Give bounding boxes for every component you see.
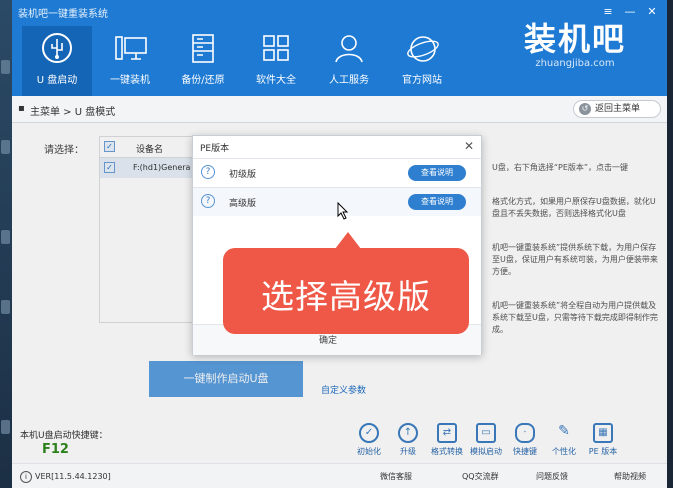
- app-window: 装机吧一键重装系统 ≡ — ✕ U 盘启动 一键装机 备份/还原 软件大全 人工…: [12, 0, 667, 488]
- help-video-link[interactable]: 帮助视频: [614, 471, 646, 482]
- monitor-icon: [115, 36, 147, 60]
- nav-item-software[interactable]: 软件大全: [241, 26, 311, 96]
- nav-item-support[interactable]: 人工服务: [314, 26, 384, 96]
- feedback-link[interactable]: 问题反馈: [536, 471, 568, 482]
- main-nav: U 盘启动 一键装机 备份/还原 软件大全 人工服务 官方网站: [22, 26, 460, 96]
- nav-label: 一键装机: [110, 75, 150, 86]
- view-description-button[interactable]: 查看说明: [408, 165, 466, 181]
- nav-item-website[interactable]: 官方网站: [387, 26, 457, 96]
- close-icon[interactable]: ✕: [464, 139, 474, 153]
- option-name: 初级版: [229, 170, 257, 180]
- support-person-icon: [335, 35, 363, 63]
- nav-item-one-click-install[interactable]: 一键装机: [95, 26, 165, 96]
- brand-name: 装机吧: [523, 20, 626, 58]
- home-icon: ▪: [18, 103, 25, 114]
- globe-icon: [407, 36, 439, 62]
- title-bar: 装机吧一键重装系统 ≡ — ✕ U 盘启动 一键装机 备份/还原 软件大全 人工…: [12, 0, 667, 96]
- nav-label: 软件大全: [256, 75, 296, 86]
- back-to-main-button[interactable]: ↺ 返回主菜单: [573, 100, 661, 118]
- callout-text: 选择高级版: [261, 277, 431, 316]
- status-bar: i VER[11.5.44.1230] 微信客服 QQ交流群 问题反馈 帮助视频: [12, 463, 667, 488]
- info-icon: i: [20, 471, 32, 483]
- callout-pointer: [335, 232, 361, 249]
- back-button-label: 返回主菜单: [595, 104, 641, 114]
- nav-label: U 盘启动: [36, 75, 78, 86]
- apps-grid-icon: [263, 35, 289, 61]
- nav-label: 备份/还原: [181, 75, 225, 86]
- qq-group-link[interactable]: QQ交流群: [462, 471, 499, 482]
- help-icon: ?: [201, 194, 215, 208]
- close-icon[interactable]: ✕: [645, 6, 659, 18]
- breadcrumb: ▪ 主菜单 > U 盘模式 ↺ 返回主菜单: [12, 96, 667, 123]
- pe-option-basic[interactable]: ? 初级版 查看说明: [193, 158, 481, 187]
- version-info: i VER[11.5.44.1230]: [20, 471, 111, 483]
- wechat-support-link[interactable]: 微信客服: [380, 471, 412, 482]
- ok-button[interactable]: 确定: [319, 333, 337, 346]
- nav-label: 人工服务: [329, 75, 369, 86]
- nav-label: 官方网站: [402, 75, 442, 86]
- nav-item-backup-restore[interactable]: 备份/还原: [168, 26, 238, 96]
- help-icon: ?: [201, 165, 215, 179]
- mouse-cursor-icon: [337, 202, 349, 220]
- menu-icon[interactable]: ≡: [601, 6, 615, 18]
- option-name: 高级版: [229, 199, 257, 209]
- nav-item-usb-boot[interactable]: U 盘启动: [22, 26, 92, 96]
- usb-icon: [42, 33, 72, 63]
- brand-logo: 装机吧 zhuangjiba.com: [500, 20, 650, 80]
- back-arrow-icon: ↺: [579, 102, 591, 115]
- breadcrumb-text: 主菜单 > U 盘模式: [30, 107, 116, 118]
- app-title: 装机吧一键重装系统: [18, 9, 108, 20]
- annotation-callout: 选择高级版: [223, 232, 469, 334]
- backup-icon: [192, 34, 214, 63]
- desktop-edge: [0, 0, 12, 488]
- minimize-icon[interactable]: —: [623, 6, 637, 18]
- version-text: VER[11.5.44.1230]: [35, 472, 111, 481]
- dialog-title: PE版本: [200, 144, 230, 154]
- view-description-button[interactable]: 查看说明: [408, 194, 466, 210]
- brand-url: zhuangjiba.com: [535, 58, 615, 69]
